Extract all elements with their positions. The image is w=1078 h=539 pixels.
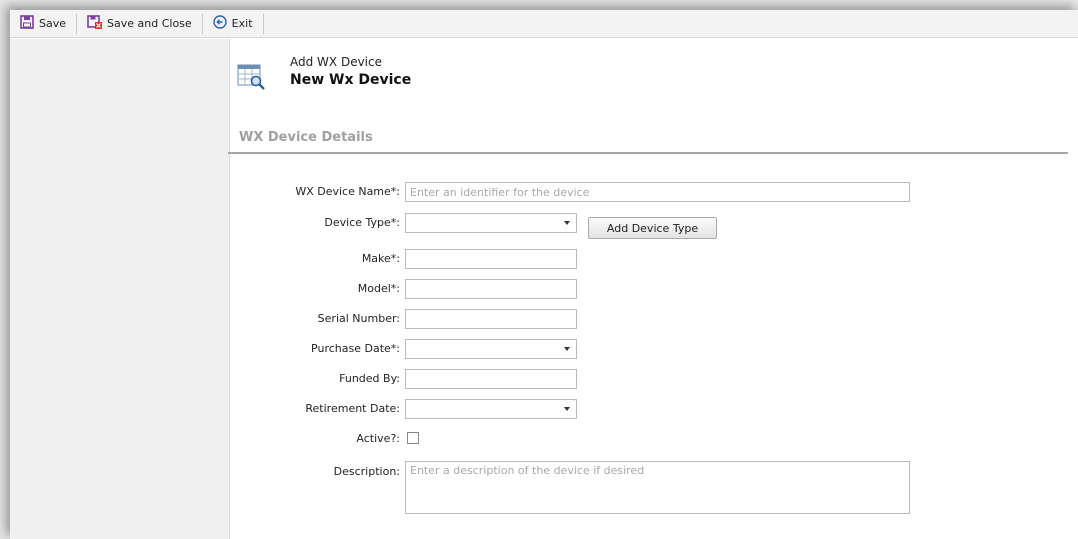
exit-label: Exit: [231, 17, 253, 30]
section-divider: [228, 152, 1068, 154]
add-device-type-button[interactable]: Add Device Type: [588, 217, 717, 239]
device-name-label: WX Device Name*:: [295, 185, 400, 198]
dropdown-arrow-icon: [564, 347, 570, 351]
exit-button[interactable]: Exit: [207, 13, 259, 35]
table-search-icon: [237, 62, 267, 92]
floppy-disk-icon: [20, 15, 34, 32]
retirement-date-label: Retirement Date:: [305, 402, 400, 415]
funded-by-input[interactable]: [405, 369, 577, 389]
save-button[interactable]: Save: [14, 13, 72, 35]
device-type-select[interactable]: [405, 213, 577, 233]
description-textarea[interactable]: [405, 461, 910, 514]
save-and-close-button[interactable]: Save and Close: [81, 13, 198, 35]
left-panel: [10, 39, 230, 539]
page-title: New Wx Device: [290, 72, 412, 88]
active-checkbox[interactable]: [407, 432, 419, 444]
toolbar-separator: [262, 13, 264, 34]
floppy-disk-close-icon: [87, 15, 103, 32]
model-label: Model*:: [357, 282, 400, 295]
make-input[interactable]: [405, 249, 577, 269]
page-subtitle: Add WX Device: [290, 55, 382, 69]
device-type-label: Device Type*:: [324, 216, 400, 229]
device-name-input[interactable]: [405, 182, 910, 202]
retirement-date-picker[interactable]: [405, 399, 577, 419]
funded-by-label: Funded By:: [339, 372, 400, 385]
active-label: Active?:: [356, 432, 400, 445]
purchase-date-picker[interactable]: [405, 339, 577, 359]
save-and-close-label: Save and Close: [107, 17, 192, 30]
serial-number-label: Serial Number:: [317, 312, 400, 325]
toolbar: Save Save and Close Exit: [10, 10, 1078, 38]
description-label: Description:: [333, 465, 400, 478]
dropdown-arrow-icon: [564, 407, 570, 411]
make-label: Make*:: [361, 252, 400, 265]
save-label: Save: [39, 17, 67, 30]
dropdown-arrow-icon: [564, 221, 570, 225]
serial-number-input[interactable]: [405, 309, 577, 329]
purchase-date-label: Purchase Date*:: [311, 342, 400, 355]
toolbar-separator: [201, 13, 203, 34]
app-window: Save Save and Close Exit Add WX Device N…: [10, 10, 1078, 539]
model-input[interactable]: [405, 279, 577, 299]
back-arrow-circle-icon: [212, 15, 227, 32]
section-title: WX Device Details: [239, 130, 373, 145]
toolbar-separator: [76, 13, 78, 34]
